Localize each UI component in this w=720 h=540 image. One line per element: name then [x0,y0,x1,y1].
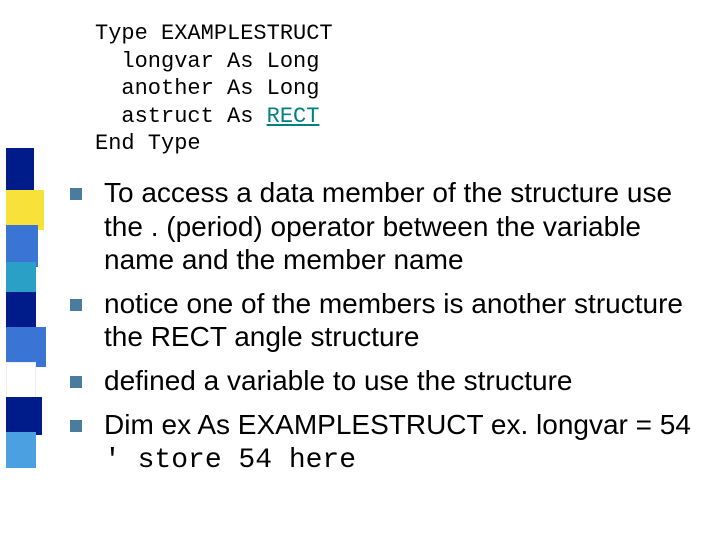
bullet-text-4a: Dim ex As EXAMPLESTRUCT ex. longvar = 54 [104,409,691,440]
code-link-rect[interactable]: RECT [267,104,320,129]
list-item: Dim ex As EXAMPLESTRUCT ex. longvar = 54… [70,408,710,478]
side-decoration [0,0,52,540]
square-bullet-icon [70,299,82,311]
bullet-list: To access a data member of the structure… [70,176,710,488]
list-item: To access a data member of the structure… [70,176,710,277]
slide: Type EXAMPLESTRUCT longvar As Long anoth… [0,0,720,540]
bullet-text-4b: ' store 54 here [104,445,356,476]
code-block: Type EXAMPLESTRUCT longvar As Long anoth… [95,20,333,158]
square-bullet-icon [70,188,82,200]
bullet-text-4: Dim ex As EXAMPLESTRUCT ex. longvar = 54… [104,408,710,478]
code-line-2: longvar As Long [95,49,319,74]
list-item: notice one of the members is another str… [70,287,710,354]
code-line-4a: astruct As [95,104,267,129]
list-item: defined a variable to use the structure [70,364,710,398]
bullet-text-3: defined a variable to use the structure [104,364,710,398]
code-line-1: Type EXAMPLESTRUCT [95,21,333,46]
bullet-text-2: notice one of the members is another str… [104,287,710,354]
square-bullet-icon [70,376,82,388]
code-line-5: End Type [95,131,201,156]
code-line-3: another As Long [95,76,319,101]
square-bullet-icon [70,420,82,432]
bullet-text-1: To access a data member of the structure… [104,176,710,277]
